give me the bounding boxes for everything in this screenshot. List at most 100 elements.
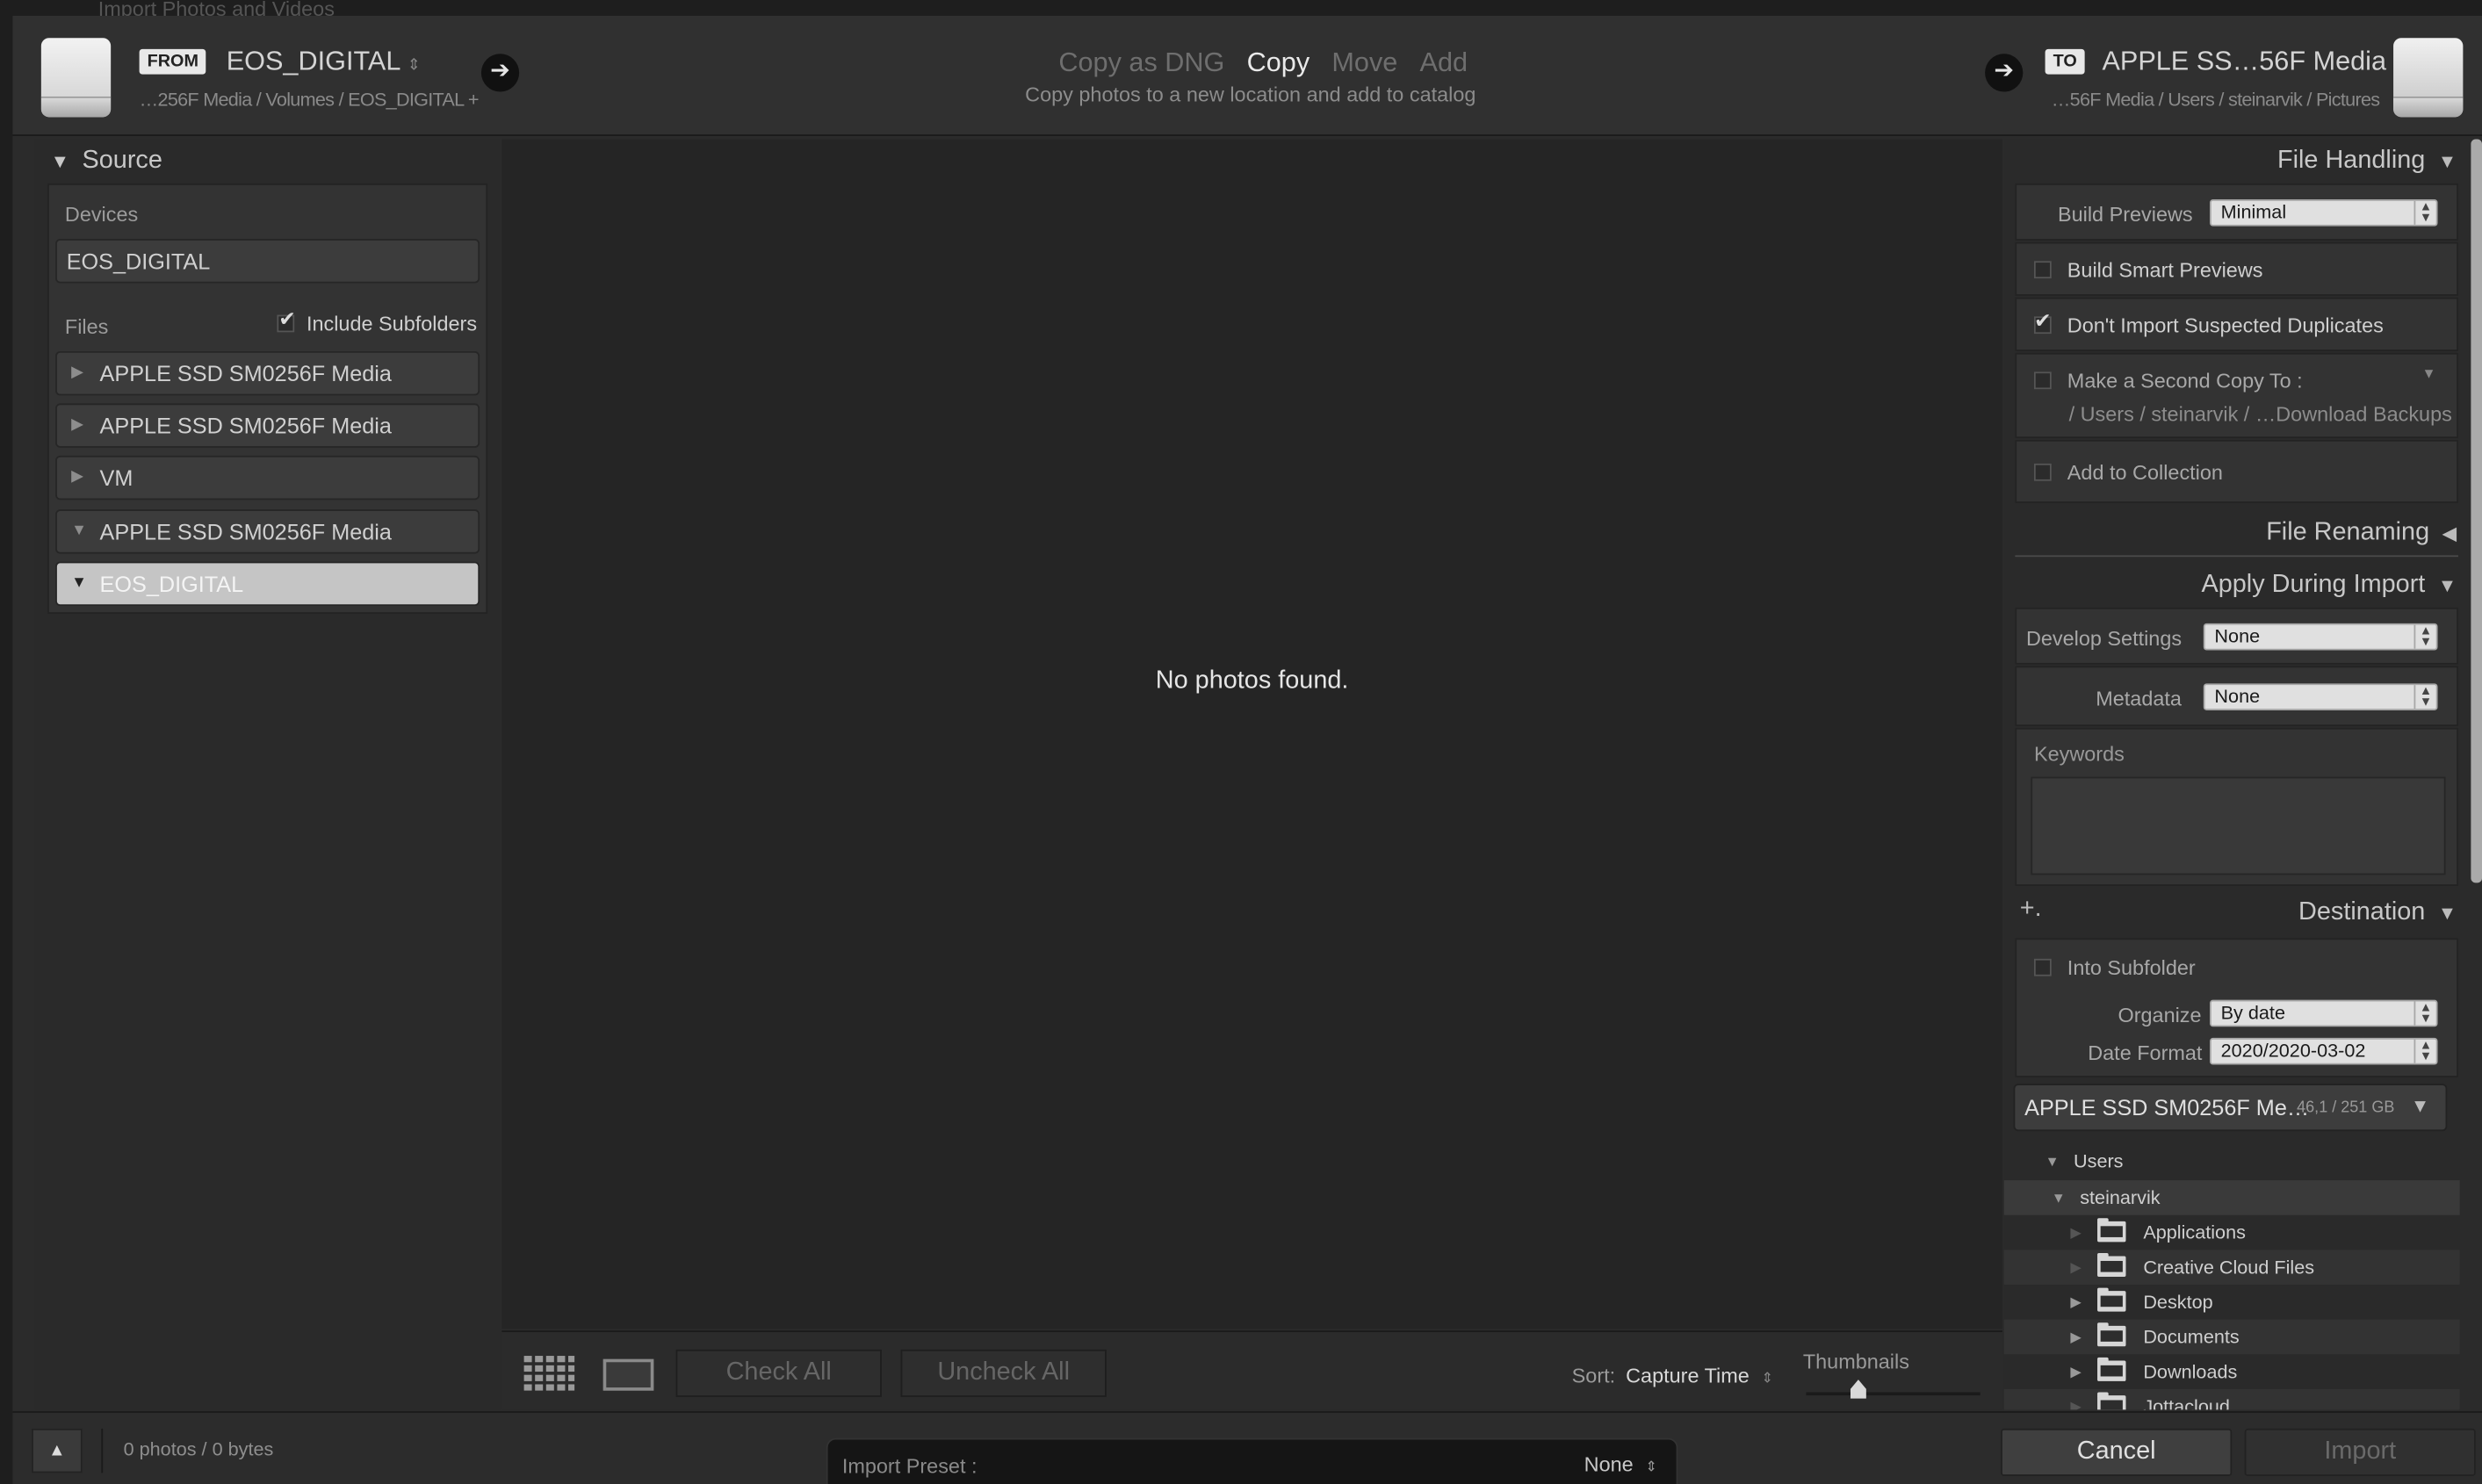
import-preset-select[interactable]: None ⇕ [1584,1452,1657,1476]
develop-settings-label: Develop Settings [2025,626,2183,651]
destination-path: …56F Media / Users / steinarvik / Pictur… [2051,88,2380,112]
source-drive-icon[interactable] [40,38,112,118]
tree-item-downloads[interactable]: ▶ Downloads [2004,1354,2460,1389]
tree-item-jottacloud[interactable]: ▶ Jottacloud [2003,1388,2460,1410]
select-arrows-icon: ▲ ▼ [2413,624,2436,649]
thumbnail-slider[interactable] [1806,1392,1981,1396]
mode-copy[interactable]: Copy [1247,47,1310,77]
develop-settings-select[interactable]: None ▲ ▼ [2203,623,2438,651]
file-renaming-header[interactable]: File Renaming ◀ [2266,519,2457,547]
second-copy-checkbox[interactable] [2033,371,2052,390]
collapse-triangle-icon[interactable]: ▼ [71,563,87,604]
keywords-label: Keywords [2033,741,2125,767]
organize-select[interactable]: By date ▲ ▼ [2210,999,2438,1027]
tree-item-steinarvik[interactable]: ▼ steinarvik [2003,1180,2460,1215]
folder-item-eos-digital[interactable]: ▼ EOS_DIGITAL [55,561,480,607]
loupe-view-icon[interactable] [602,1358,654,1391]
collapse-triangle-icon[interactable]: ▼ [2052,1180,2066,1215]
into-subfolder-checkbox[interactable] [2033,958,2052,976]
develop-settings-row: Develop Settings None ▲ ▼ [2015,607,2458,665]
chevron-down-icon[interactable]: ▼ [2411,1095,2429,1117]
folder-item-apple-ssd-3[interactable]: ▼ APPLE SSD SM0256F Media [55,509,480,554]
mode-move[interactable]: Move [1331,47,1397,77]
expand-triangle-icon[interactable]: ▶ [71,405,83,446]
keywords-input[interactable] [2031,776,2446,875]
destination-drive-icon[interactable] [2393,38,2464,118]
options-panel: File Handling ▼ Build Previews Minimal ▲ ▼ … [2003,139,2460,1410]
empty-message: No photos found. [1155,667,1349,695]
files-label: Files [64,314,109,339]
folder-icon [2097,1252,2126,1277]
import-dialog: FROM EOS_DIGITAL ⇕ …256F Media / Volumes… [12,16,2482,1484]
add-collection-label: Add to Collection [2067,460,2223,485]
check-all-button[interactable]: Check All [675,1349,882,1397]
date-format-select[interactable]: 2020/2020-03-02 ▲ ▼ [2210,1037,2438,1065]
cancel-button[interactable]: Cancel [2001,1428,2233,1476]
sort-dropdown-icon[interactable]: ⇕ [1762,1370,1774,1386]
collapse-triangle-icon[interactable]: ▼ [2045,1144,2060,1179]
grid-view-icon[interactable] [523,1356,575,1391]
expand-triangle-icon[interactable]: ▶ [2070,1354,2081,1389]
checkmark-icon: ✔ [2033,308,2052,333]
second-copy-path[interactable]: / Users / steinarvik / …Download Backups [2069,402,2452,426]
apply-during-import-header[interactable]: Apply During Import ▼ [2201,571,2457,599]
no-duplicates-label: Don't Import Suspected Duplicates [2067,313,2384,337]
expand-triangle-icon[interactable]: ▶ [71,353,83,394]
slider-thumb[interactable] [1850,1380,1866,1399]
build-previews-select[interactable]: Minimal ▲ ▼ [2210,199,2438,227]
expand-triangle-icon[interactable]: ▶ [2070,1320,2081,1355]
add-collection-checkbox[interactable] [2033,463,2052,481]
mode-description: Copy photos to a new location and add to… [1025,82,1476,106]
source-panel-header[interactable]: ▼ Source [51,148,162,176]
organize-label: Organize [2118,1003,2202,1027]
folder-item-apple-ssd-2[interactable]: ▶ APPLE SSD SM0256F Media [55,403,480,448]
collapse-triangle-icon: ▼ [2437,150,2457,173]
options-panel-scrollbar[interactable] [2471,139,2482,883]
select-arrows-icon: ▲ ▼ [2413,200,2436,225]
mode-add[interactable]: Add [1420,47,1468,77]
chevron-down-icon[interactable]: ▼ [2422,365,2436,381]
destination-header[interactable]: Destination ▼ [2298,898,2457,926]
include-subfolders[interactable]: ✔ Include Subfolders [277,307,477,335]
folder-icon [2097,1218,2126,1243]
source-dropdown-icon[interactable]: ⇕ [408,57,421,75]
thumbnails-label: Thumbnails [1802,1349,1909,1373]
sort-control[interactable]: Sort: Capture Time ⇕ [1572,1364,1773,1387]
tree-item-documents[interactable]: ▶ Documents [2003,1319,2460,1355]
file-handling-header[interactable]: File Handling ▼ [2277,148,2457,176]
destination-volume[interactable]: APPLE SSD SM0256F Me… 46,1 / 251 GB ▼ [2013,1084,2448,1132]
arrow-right-icon: ➔ [480,54,520,92]
tree-item-creative-cloud-files[interactable]: ▶ Creative Cloud Files [2003,1250,2460,1285]
folder-item-apple-ssd-1[interactable]: ▶ APPLE SSD SM0256F Media [55,350,480,396]
smart-previews-checkbox[interactable] [2033,261,2052,279]
mode-copy-as-dng[interactable]: Copy as DNG [1058,47,1224,77]
metadata-select[interactable]: None ▲ ▼ [2203,683,2438,710]
chevron-up-icon: ▲ [48,1441,66,1460]
expand-triangle-icon[interactable]: ▶ [2070,1285,2081,1320]
expand-triangle-icon[interactable]: ▶ [71,457,83,499]
to-tag: TO [2045,48,2085,75]
expand-triangle-icon: ◀ [2442,522,2457,544]
source-name[interactable]: EOS_DIGITAL ⇕ [227,46,421,77]
destination-name[interactable]: APPLE SS…56F Media ⇕ [2102,46,2406,77]
device-eos-digital[interactable]: EOS_DIGITAL [55,239,480,284]
expand-triangle-icon: ▶ [2070,1398,2082,1410]
import-mode-selector: Copy as DNG Copy Move Add [1026,47,1501,79]
folder-item-vm[interactable]: ▶ VM [55,455,480,501]
add-folder-icon[interactable]: +. [2020,896,2042,924]
import-button[interactable]: Import [2244,1428,2476,1476]
tree-item-applications[interactable]: ▶ Applications [2004,1215,2460,1250]
collapse-triangle-icon[interactable]: ▼ [71,511,87,552]
second-copy-label: Make a Second Copy To : [2067,368,2303,393]
uncheck-all-button[interactable]: Uncheck All [900,1349,1107,1397]
folder-icon [2097,1322,2126,1347]
collapse-dialog-button[interactable]: ▲ [32,1428,83,1473]
section-divider [2015,555,2458,558]
import-header: FROM EOS_DIGITAL ⇕ …256F Media / Volumes… [12,16,2482,136]
source-path: …256F Media / Volumes / EOS_DIGITAL + [139,88,480,112]
expand-triangle-icon: ▶ [2070,1259,2082,1276]
import-preset-bar[interactable]: Import Preset : None ⇕ [826,1437,1678,1484]
tree-item-users[interactable]: ▼ Users [2004,1144,2460,1179]
tree-item-desktop[interactable]: ▶ Desktop [2004,1285,2460,1320]
select-arrows-icon: ▲ ▼ [2413,684,2436,710]
